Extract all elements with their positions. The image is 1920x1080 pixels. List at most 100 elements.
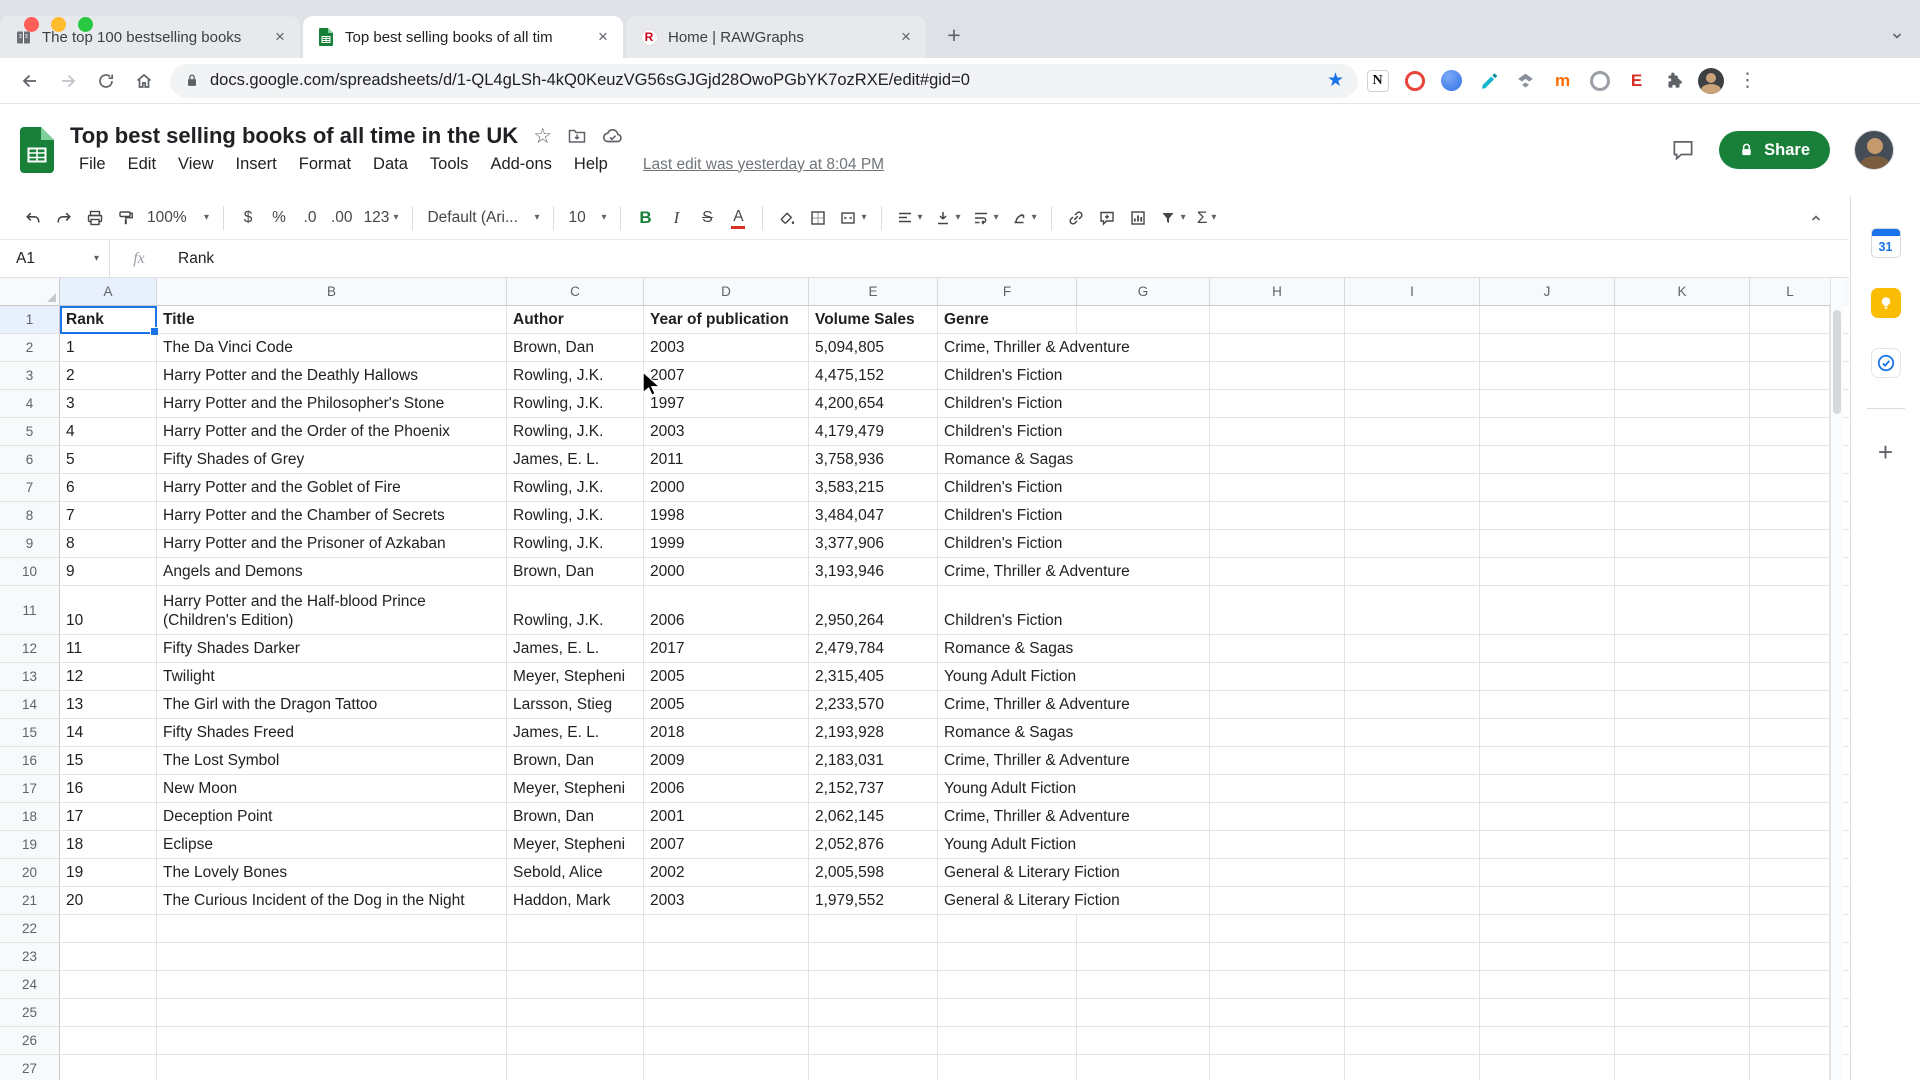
- cell-empty[interactable]: [1210, 306, 1345, 333]
- cell-empty[interactable]: [1210, 390, 1345, 417]
- cell-empty[interactable]: [1750, 747, 1830, 774]
- move-to-folder-icon[interactable]: [567, 126, 587, 146]
- cell-year[interactable]: 2018: [644, 719, 809, 746]
- cell-volume-sales[interactable]: 4,475,152: [809, 362, 938, 389]
- cell-empty[interactable]: [1210, 943, 1345, 970]
- column-header-c[interactable]: C: [507, 278, 644, 306]
- cell-title[interactable]: [157, 1055, 507, 1080]
- cell-year[interactable]: 2005: [644, 663, 809, 690]
- cell-volume-sales[interactable]: 3,377,906: [809, 530, 938, 557]
- back-button[interactable]: [12, 63, 48, 99]
- cell-author[interactable]: [507, 915, 644, 942]
- cell-empty[interactable]: [1615, 530, 1750, 557]
- row-number[interactable]: 13: [0, 663, 60, 690]
- cell-title[interactable]: The Lovely Bones: [157, 859, 507, 886]
- row-number[interactable]: 9: [0, 530, 60, 557]
- cell-empty[interactable]: [1615, 362, 1750, 389]
- row-number[interactable]: 24: [0, 971, 60, 998]
- cell-volume-sales[interactable]: 3,583,215: [809, 474, 938, 501]
- cell-empty[interactable]: [1615, 1027, 1750, 1054]
- cell-empty[interactable]: [1210, 418, 1345, 445]
- cell-empty[interactable]: [1345, 306, 1480, 333]
- font-select[interactable]: Default (Ari...▾: [422, 202, 544, 234]
- row-number[interactable]: 20: [0, 859, 60, 886]
- cell-empty[interactable]: [1345, 719, 1480, 746]
- cell-title[interactable]: [157, 1027, 507, 1054]
- functions-button[interactable]: Σ▾: [1192, 202, 1222, 234]
- browser-menu-icon[interactable]: ⋮: [1734, 67, 1762, 95]
- column-header-b[interactable]: B: [157, 278, 507, 306]
- cell-empty[interactable]: [1480, 691, 1615, 718]
- row-number[interactable]: 4: [0, 390, 60, 417]
- cell-title[interactable]: Fifty Shades of Grey: [157, 446, 507, 473]
- cell-genre[interactable]: Children's Fiction: [938, 586, 1077, 634]
- cell-empty[interactable]: [1345, 1055, 1480, 1080]
- redo-button[interactable]: [49, 202, 79, 234]
- cell-genre[interactable]: Young Adult Fiction: [938, 831, 1077, 858]
- cell-year[interactable]: 2000: [644, 558, 809, 585]
- cell-genre[interactable]: Children's Fiction: [938, 474, 1077, 501]
- column-header-k[interactable]: K: [1615, 278, 1750, 306]
- forward-button[interactable]: [50, 63, 86, 99]
- row-number[interactable]: 19: [0, 831, 60, 858]
- cell-genre[interactable]: Children's Fiction: [938, 530, 1077, 557]
- cell-empty[interactable]: [1345, 775, 1480, 802]
- account-avatar[interactable]: [1854, 130, 1894, 170]
- browser-profile-avatar[interactable]: [1697, 67, 1725, 95]
- cell-empty[interactable]: [1750, 446, 1830, 473]
- cell-rank[interactable]: 17: [60, 803, 157, 830]
- cell-empty[interactable]: [1210, 831, 1345, 858]
- column-header-l[interactable]: L: [1750, 278, 1830, 306]
- cell-empty[interactable]: [1345, 691, 1480, 718]
- cell-genre[interactable]: [938, 1055, 1077, 1080]
- format-percent-button[interactable]: %: [264, 202, 294, 234]
- cell-volume-sales[interactable]: Volume Sales: [809, 306, 938, 333]
- increase-decimal-button[interactable]: .00: [326, 202, 358, 234]
- cell-rank[interactable]: 10: [60, 586, 157, 634]
- cell-year[interactable]: 1998: [644, 502, 809, 529]
- cell-rank[interactable]: [60, 1055, 157, 1080]
- cell-empty[interactable]: [1615, 943, 1750, 970]
- cell-author[interactable]: Brown, Dan: [507, 334, 644, 361]
- extensions-puzzle-icon[interactable]: [1660, 67, 1688, 95]
- cell-empty[interactable]: [1345, 803, 1480, 830]
- cell-title[interactable]: Fifty Shades Darker: [157, 635, 507, 662]
- cell-empty[interactable]: [1077, 663, 1210, 690]
- home-button[interactable]: [126, 63, 162, 99]
- cell-year[interactable]: Year of publication: [644, 306, 809, 333]
- menu-item[interactable]: File: [70, 152, 115, 177]
- cell-empty[interactable]: [1345, 915, 1480, 942]
- cell-volume-sales[interactable]: 2,005,598: [809, 859, 938, 886]
- row-number[interactable]: 14: [0, 691, 60, 718]
- cell-empty[interactable]: [1077, 775, 1210, 802]
- cell-genre[interactable]: Crime, Thriller & Adventure: [938, 334, 1077, 361]
- cell-empty[interactable]: [1345, 334, 1480, 361]
- cell-empty[interactable]: [1480, 1027, 1615, 1054]
- column-header-a[interactable]: A: [60, 278, 157, 306]
- column-header-g[interactable]: G: [1077, 278, 1210, 306]
- cell-genre[interactable]: Genre: [938, 306, 1077, 333]
- star-document-icon[interactable]: ☆: [533, 126, 552, 147]
- cell-title[interactable]: Harry Potter and the Deathly Hallows: [157, 362, 507, 389]
- cell-empty[interactable]: [1210, 775, 1345, 802]
- cell-genre[interactable]: Young Adult Fiction: [938, 663, 1077, 690]
- cell-empty[interactable]: [1480, 831, 1615, 858]
- font-size-select[interactable]: 10▾: [563, 202, 611, 234]
- cell-title[interactable]: Harry Potter and the Philosopher's Stone: [157, 390, 507, 417]
- cell-name-box[interactable]: A1 ▾: [0, 240, 110, 277]
- cell-genre[interactable]: Crime, Thriller & Adventure: [938, 558, 1077, 585]
- cell-title[interactable]: Eclipse: [157, 831, 507, 858]
- cell-empty[interactable]: [1480, 474, 1615, 501]
- bold-button[interactable]: B: [630, 202, 660, 234]
- tab-close-icon[interactable]: ×: [270, 27, 290, 47]
- cell-year[interactable]: [644, 1027, 809, 1054]
- cell-title[interactable]: Harry Potter and the Chamber of Secrets: [157, 502, 507, 529]
- cell-title[interactable]: The Da Vinci Code: [157, 334, 507, 361]
- cell-empty[interactable]: [1750, 418, 1830, 445]
- vertical-scrollbar[interactable]: [1830, 278, 1843, 1080]
- cell-empty[interactable]: [1210, 502, 1345, 529]
- cell-empty[interactable]: [1750, 390, 1830, 417]
- select-all-corner[interactable]: [0, 278, 60, 306]
- cell-rank[interactable]: 1: [60, 334, 157, 361]
- reload-button[interactable]: [88, 63, 124, 99]
